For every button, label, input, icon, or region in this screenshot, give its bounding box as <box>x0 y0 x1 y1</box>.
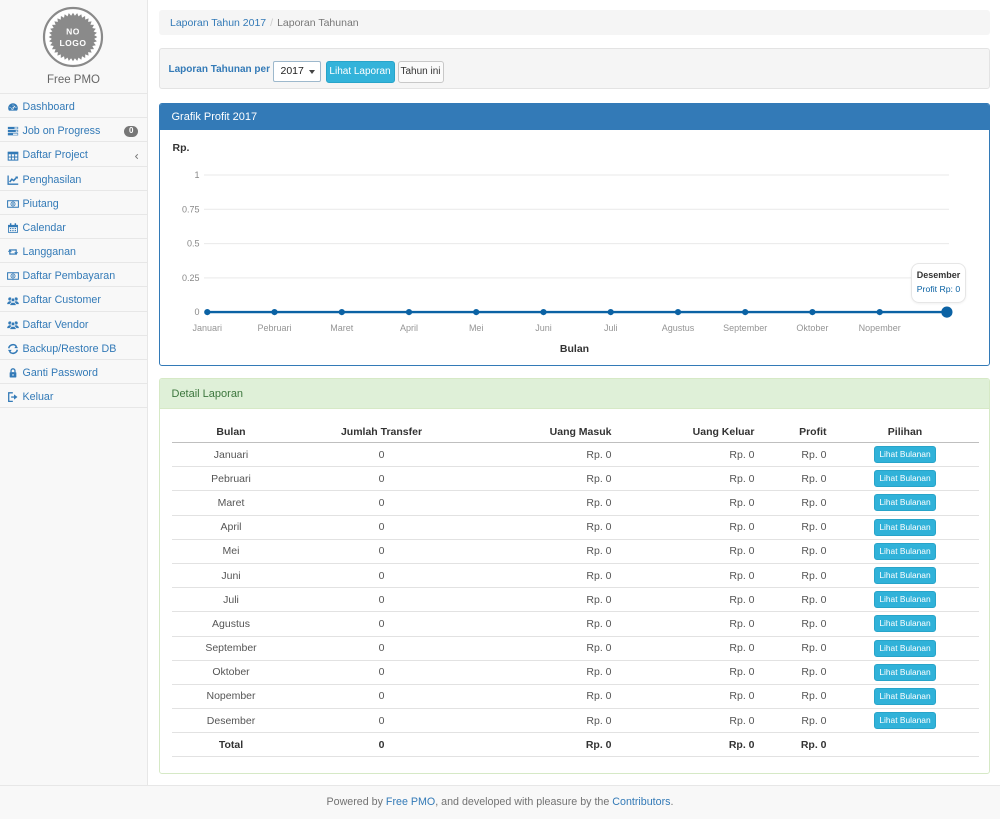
svg-text:Juni: Juni <box>535 323 552 333</box>
svg-text:0.5: 0.5 <box>186 239 199 249</box>
svg-text:Juli: Juli <box>603 323 617 333</box>
svg-text:April: April <box>399 323 417 333</box>
svg-text:LOGO: LOGO <box>59 38 86 48</box>
svg-text:Pebruari: Pebruari <box>257 323 291 333</box>
svg-text:Januari: Januari <box>192 323 222 333</box>
svg-text:NO: NO <box>66 27 80 37</box>
svg-text:1: 1 <box>194 170 199 180</box>
svg-text:September: September <box>723 323 767 333</box>
svg-text:0: 0 <box>194 307 199 317</box>
svg-text:Bulan: Bulan <box>559 343 588 355</box>
svg-text:Mei: Mei <box>468 323 483 333</box>
svg-text:Nopember: Nopember <box>858 323 900 333</box>
svg-text:Rp.: Rp. <box>172 142 189 154</box>
svg-text:Maret: Maret <box>330 323 354 333</box>
svg-text:0.75: 0.75 <box>181 204 199 214</box>
svg-text:Agustus: Agustus <box>661 323 694 333</box>
svg-text:0.25: 0.25 <box>181 273 199 283</box>
svg-text:Oktober: Oktober <box>796 323 828 333</box>
